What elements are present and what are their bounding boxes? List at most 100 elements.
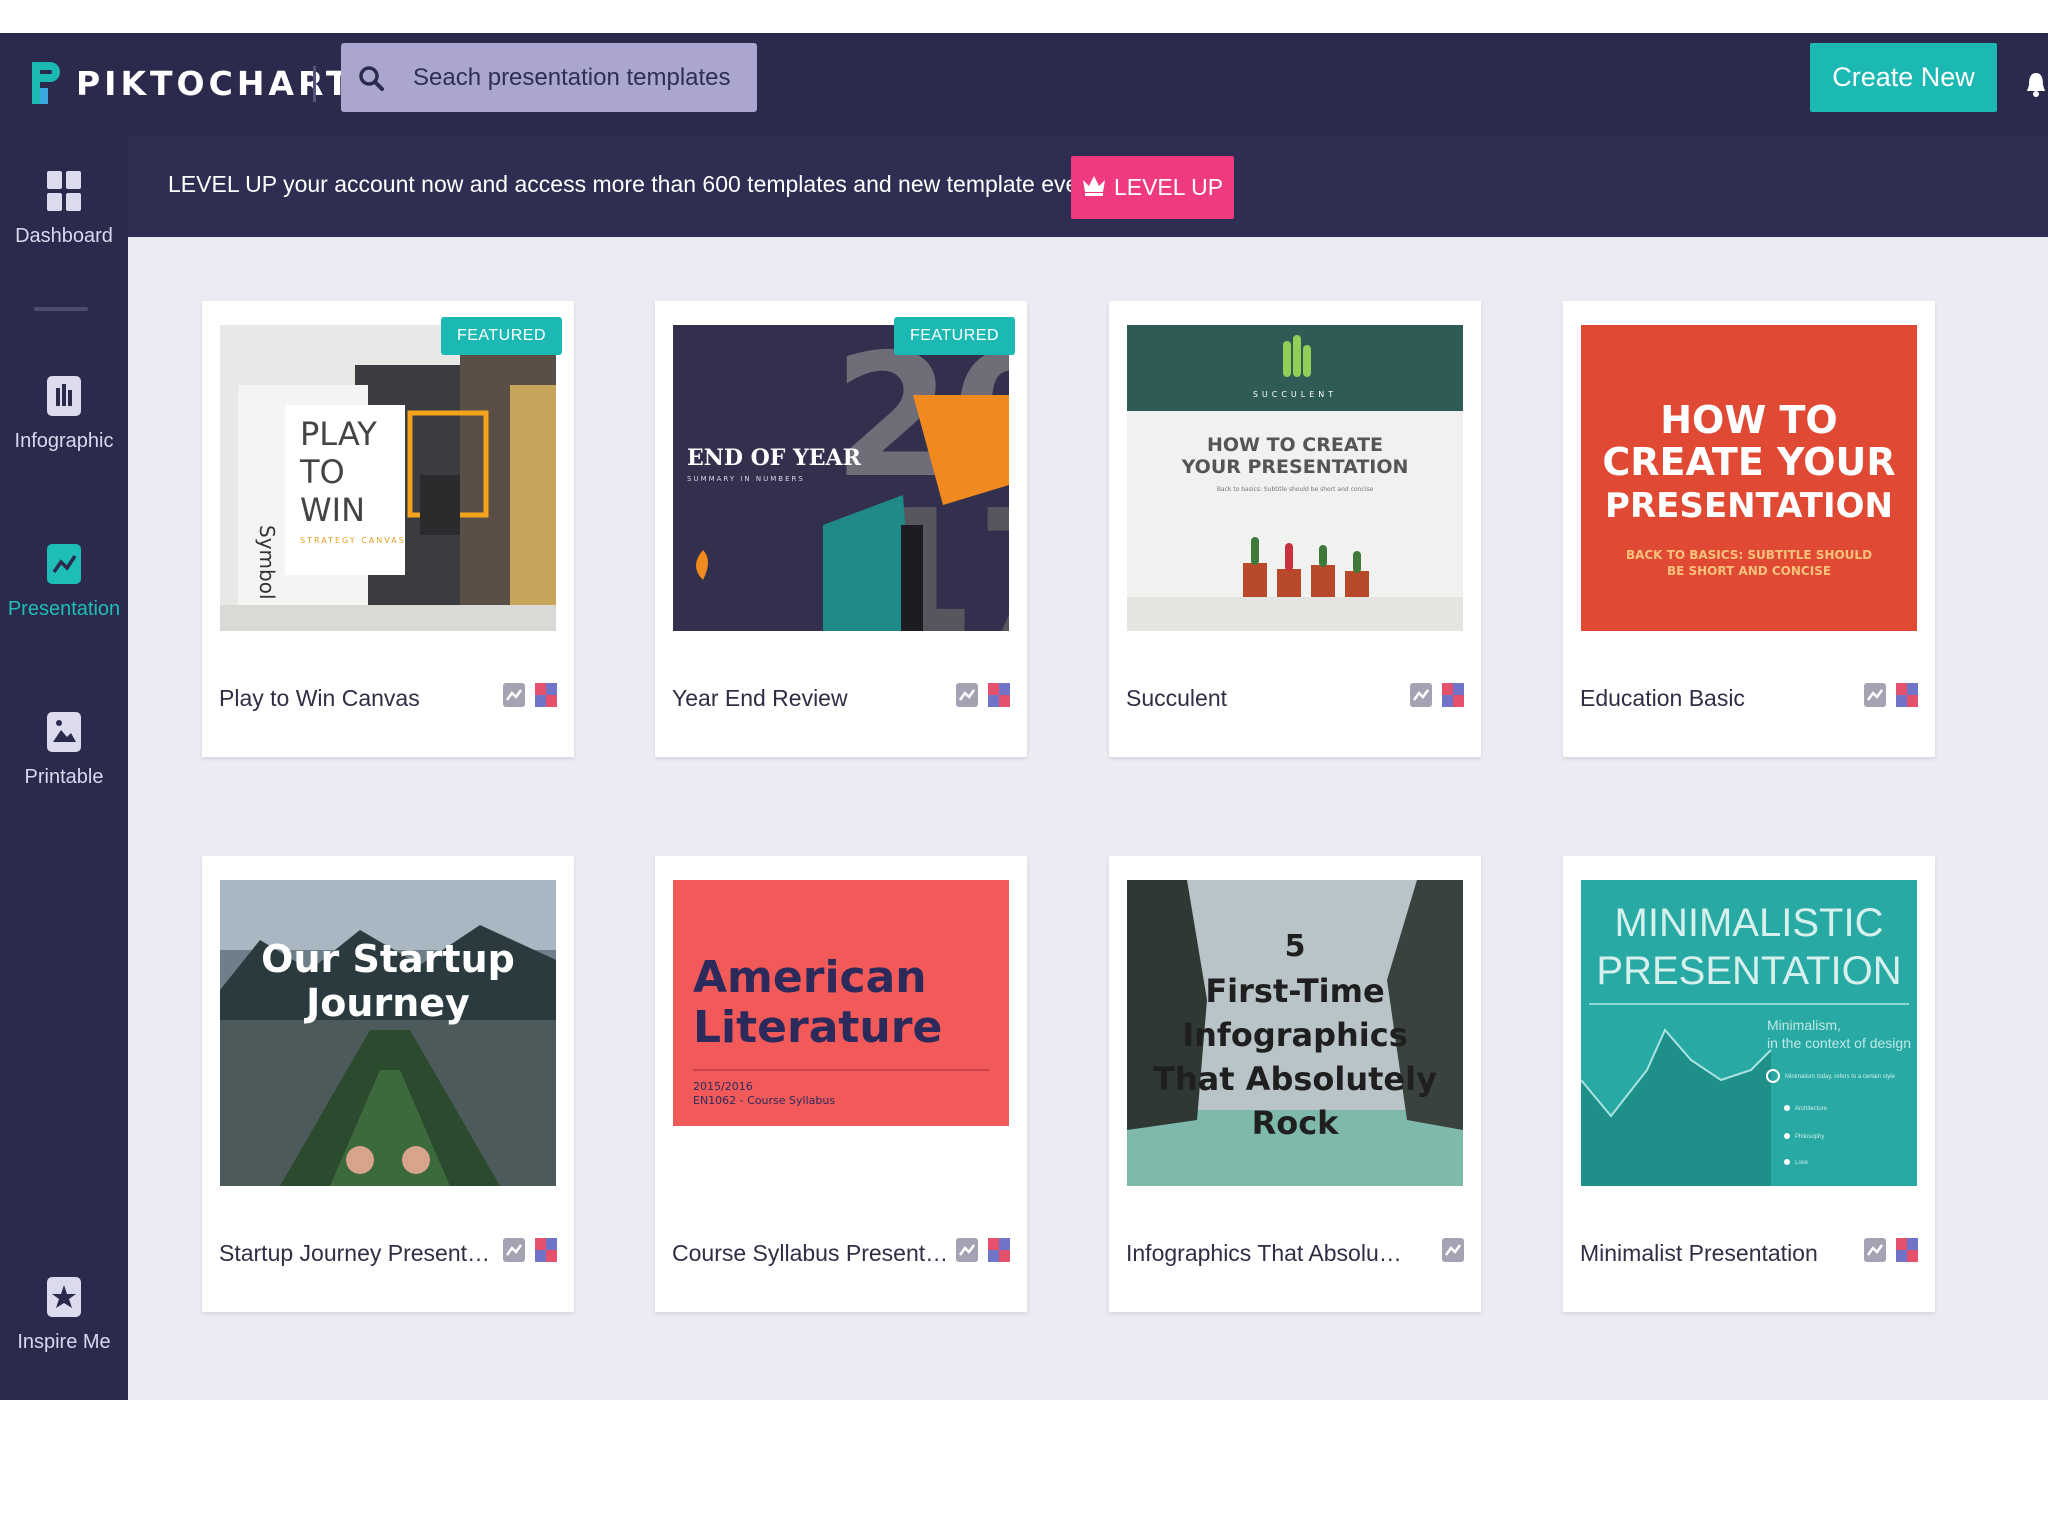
- thumb-line1: HOW TO: [1660, 398, 1837, 442]
- thumb-line1: HOW TO CREATE: [1207, 434, 1383, 456]
- thumb-sub2: EN1062 - Course Syllabus: [693, 1094, 835, 1107]
- sidebar-item-label: Presentation: [7, 598, 121, 620]
- sidebar-item-infographic[interactable]: Infographic: [0, 374, 128, 453]
- template-card-play-to-win[interactable]: PLAY TO WIN STRATEGY CANVAS Symbol FEATU…: [202, 301, 574, 757]
- preview-icon[interactable]: [956, 1237, 978, 1263]
- color-palette-icon[interactable]: [1896, 1237, 1918, 1263]
- color-palette-icon[interactable]: [988, 682, 1010, 708]
- thumb-to: TO: [299, 453, 345, 491]
- thumb-line1: Our Startup: [261, 937, 515, 981]
- thumb-sub1: BACK TO BASICS: SUBTITLE SHOULD: [1626, 548, 1872, 562]
- template-thumbnail[interactable]: MINIMALISTIC PRESENTATION Minimalism, in…: [1581, 880, 1917, 1186]
- template-title: Education Basic: [1580, 685, 1745, 711]
- thumb-win: WIN: [300, 491, 365, 529]
- star-icon: [46, 1275, 82, 1319]
- thumb-line2: Journey: [303, 981, 470, 1025]
- thumb-line1: MINIMALISTIC: [1615, 901, 1884, 945]
- card-actions: [1864, 682, 1918, 708]
- thumb-line2: Literature: [693, 1002, 942, 1053]
- template-title: Course Syllabus Presentation: [672, 1240, 952, 1266]
- preview-icon[interactable]: [1864, 682, 1886, 708]
- thumb-line3: PRESENTATION: [1605, 486, 1893, 526]
- dashboard-grid-icon: [46, 169, 82, 213]
- top-bar: PIKTOCHART Create New: [0, 33, 2048, 137]
- app-window: PIKTOCHART Create New: [0, 0, 2048, 1536]
- upgrade-banner: LEVEL UP your account now and access mor…: [128, 137, 2048, 237]
- presentation-icon: [46, 542, 82, 586]
- sidebar-item-presentation[interactable]: Presentation: [0, 542, 128, 621]
- card-actions: [956, 682, 1010, 708]
- thumb-line1: 5: [1285, 929, 1306, 964]
- template-card-succulent[interactable]: SUCCULENT HOW TO CREATE YOUR PRESENTATIO…: [1109, 301, 1481, 757]
- sidebar-item-label: Dashboard: [15, 225, 113, 247]
- piktochart-logo-icon: [28, 58, 64, 108]
- thumb-heading: END OF YEAR: [687, 445, 862, 471]
- thumb-line3: Infographics: [1182, 1016, 1408, 1054]
- search-input[interactable]: [413, 52, 743, 103]
- sidebar-item-printable[interactable]: Printable: [0, 710, 128, 789]
- color-palette-icon[interactable]: [1442, 682, 1464, 708]
- preview-icon[interactable]: [1410, 682, 1432, 708]
- thumb-side: Symbol: [255, 525, 279, 600]
- thumb-play: PLAY: [300, 415, 377, 453]
- card-actions: [503, 682, 557, 708]
- color-palette-icon[interactable]: [535, 1237, 557, 1263]
- thumb-sub: Back to basics: Subtitle should be short…: [1217, 486, 1374, 493]
- template-card-education-basic[interactable]: HOW TO CREATE YOUR PRESENTATION BACK TO …: [1563, 301, 1935, 757]
- thumb-brand: SUCCULENT: [1253, 390, 1337, 399]
- create-new-button[interactable]: Create New: [1810, 43, 1997, 112]
- preview-icon[interactable]: [956, 682, 978, 708]
- template-thumbnail[interactable]: Our Startup Journey: [220, 880, 556, 1186]
- thumb-line2: CREATE YOUR: [1602, 440, 1895, 484]
- featured-badge: FEATURED: [440, 317, 562, 355]
- thumb-item-3: Love: [1795, 1160, 1809, 1166]
- color-palette-icon[interactable]: [535, 682, 557, 708]
- template-title: Minimalist Presentation: [1580, 1240, 1818, 1266]
- card-actions: [1410, 682, 1464, 708]
- thumb-line1: American: [693, 952, 927, 1003]
- template-thumbnail[interactable]: American Literature 2015/2016 EN1062 - C…: [673, 880, 1009, 1186]
- template-card-year-end-review[interactable]: 20 17 END OF YEAR SUMMARY IN NUMBERS FEA…: [655, 301, 1027, 757]
- infographic-icon: [46, 374, 82, 418]
- printable-icon: [46, 710, 82, 754]
- template-title: Infographics That Absolutely Ro...: [1126, 1240, 1406, 1266]
- preview-icon[interactable]: [503, 682, 525, 708]
- template-thumbnail[interactable]: 5 First-Time Infographics That Absolutel…: [1127, 880, 1463, 1186]
- template-card-course-syllabus[interactable]: American Literature 2015/2016 EN1062 - C…: [655, 856, 1027, 1312]
- template-thumbnail[interactable]: HOW TO CREATE YOUR PRESENTATION BACK TO …: [1581, 325, 1917, 631]
- preview-icon[interactable]: [1442, 1237, 1464, 1263]
- template-thumbnail[interactable]: PLAY TO WIN STRATEGY CANVAS Symbol: [220, 325, 556, 631]
- thumb-item-2: Philosophy: [1795, 1134, 1824, 1140]
- bell-icon[interactable]: [2024, 67, 2048, 103]
- color-palette-icon[interactable]: [988, 1237, 1010, 1263]
- template-title: Play to Win Canvas: [219, 685, 420, 711]
- template-card-infographics-rock[interactable]: 5 First-Time Infographics That Absolutel…: [1109, 856, 1481, 1312]
- thumb-line2: YOUR PRESENTATION: [1181, 456, 1409, 478]
- sidebar-item-label: Printable: [24, 766, 104, 788]
- thumb-line5: Rock: [1252, 1104, 1340, 1142]
- template-card-minimalist[interactable]: MINIMALISTIC PRESENTATION Minimalism, in…: [1563, 856, 1935, 1312]
- card-actions: [1864, 1237, 1918, 1263]
- search-box[interactable]: [341, 43, 757, 112]
- preview-icon[interactable]: [1864, 1237, 1886, 1263]
- card-actions: [1442, 1237, 1464, 1263]
- level-up-button[interactable]: LEVEL UP: [1071, 156, 1234, 219]
- template-card-startup-journey[interactable]: Our Startup Journey Startup Journey Pres…: [202, 856, 574, 1312]
- crown-icon: [1082, 174, 1106, 202]
- search-icon[interactable]: [341, 43, 401, 112]
- thumb-item-1: Architecture: [1795, 1106, 1828, 1112]
- template-title: Succulent: [1126, 685, 1228, 711]
- header-divider: [313, 66, 316, 102]
- template-grid: PLAY TO WIN STRATEGY CANVAS Symbol FEATU…: [128, 237, 2048, 1400]
- sidebar-item-inspire-me[interactable]: Inspire Me: [0, 1275, 128, 1354]
- color-palette-icon[interactable]: [1896, 682, 1918, 708]
- sidebar-item-label: Infographic: [14, 430, 114, 452]
- logo[interactable]: PIKTOCHART: [28, 53, 352, 113]
- sidebar-item-label: Inspire Me: [17, 1331, 111, 1353]
- template-title: Year End Review: [672, 685, 848, 711]
- thumb-sub1: 2015/2016: [693, 1080, 753, 1093]
- template-thumbnail[interactable]: 20 17 END OF YEAR SUMMARY IN NUMBERS: [673, 325, 1009, 631]
- template-thumbnail[interactable]: SUCCULENT HOW TO CREATE YOUR PRESENTATIO…: [1127, 325, 1463, 631]
- sidebar-item-dashboard[interactable]: Dashboard: [0, 169, 128, 248]
- preview-icon[interactable]: [503, 1237, 525, 1263]
